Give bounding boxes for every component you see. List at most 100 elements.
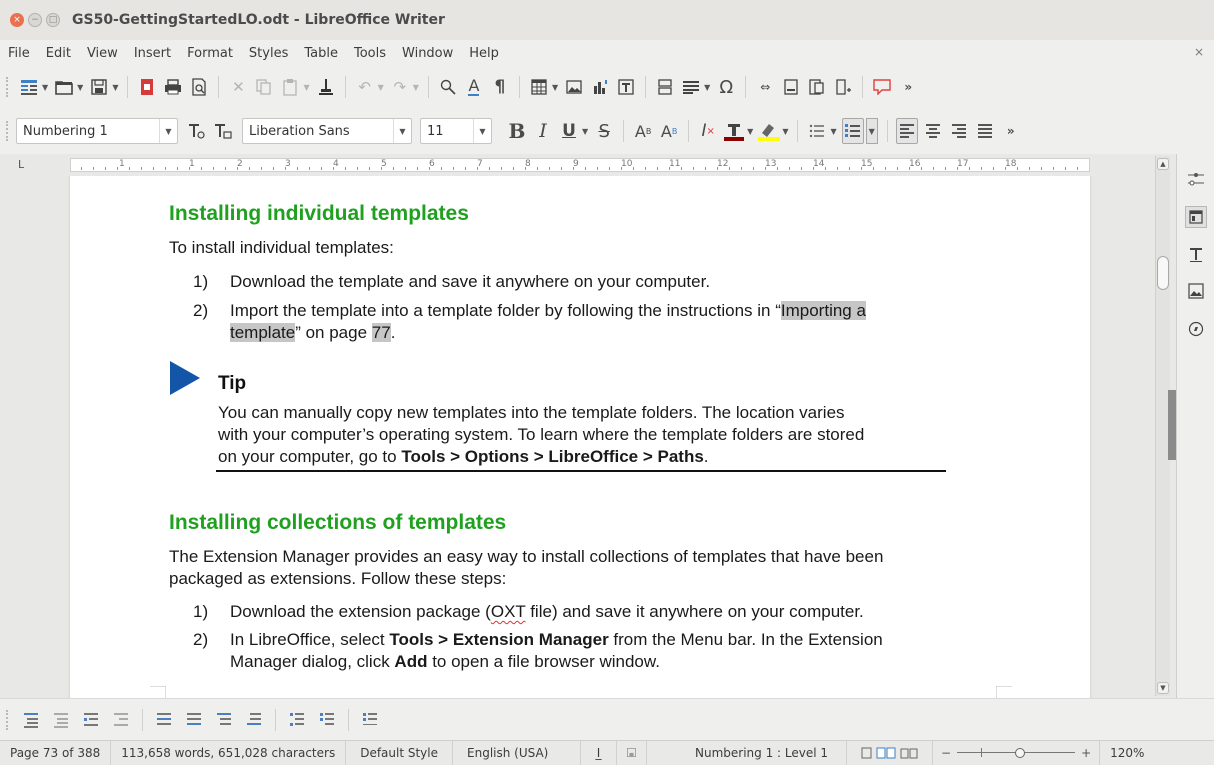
open-dropdown-icon[interactable]: ▼ xyxy=(77,83,83,92)
menu-file[interactable]: File xyxy=(0,46,38,61)
language-status[interactable]: English (USA) xyxy=(453,740,582,765)
menu-window[interactable]: Window xyxy=(394,46,461,61)
toolbar-grip[interactable] xyxy=(6,77,10,97)
word-count-status[interactable]: 113,658 words, 651,028 characters xyxy=(111,740,347,765)
insert-textbox-icon[interactable] xyxy=(615,74,637,100)
sidebar-settings-icon[interactable] xyxy=(1185,168,1207,190)
move-item-up-with-subpoints-icon[interactable] xyxy=(213,709,235,731)
new-document-icon[interactable] xyxy=(18,74,40,100)
special-character-icon[interactable]: Ω xyxy=(715,74,737,100)
single-page-view-icon[interactable] xyxy=(861,747,872,759)
open-folder-icon[interactable] xyxy=(53,74,75,100)
sidebar-collapse-handle[interactable] xyxy=(1168,390,1176,460)
insert-mode-icon[interactable]: I̲ xyxy=(581,740,618,765)
document-area[interactable]: Installing individual templates To insta… xyxy=(0,176,1172,698)
book-view-icon[interactable] xyxy=(900,747,918,759)
menu-insert[interactable]: Insert xyxy=(126,46,179,61)
insert-page-break-icon[interactable] xyxy=(654,74,676,100)
close-document-button[interactable]: × xyxy=(1194,45,1204,59)
move-item-down-icon[interactable] xyxy=(183,709,205,731)
menu-view[interactable]: View xyxy=(79,46,126,61)
paste-dropdown-icon[interactable]: ▼ xyxy=(303,83,309,92)
justify-icon[interactable] xyxy=(974,118,996,144)
zoom-out-button[interactable]: − xyxy=(941,746,951,760)
cross-reference-link[interactable]: Importing a xyxy=(780,301,866,320)
insert-image-icon[interactable] xyxy=(563,74,585,100)
bold-button[interactable]: B xyxy=(506,118,528,144)
insert-field-icon[interactable] xyxy=(680,74,702,100)
update-style-icon[interactable] xyxy=(186,118,208,144)
save-dropdown-icon[interactable]: ▼ xyxy=(112,83,118,92)
tab-stop-selector[interactable]: L xyxy=(18,158,24,171)
menu-format[interactable]: Format xyxy=(179,46,241,61)
demote-outline-level-icon[interactable] xyxy=(50,709,72,731)
demote-level-icon[interactable] xyxy=(110,709,132,731)
ordered-list-icon[interactable] xyxy=(841,118,864,144)
font-size-combo[interactable]: 11 ▼ xyxy=(420,118,492,144)
cross-reference-link[interactable]: template xyxy=(230,323,296,342)
font-color-icon[interactable] xyxy=(723,118,745,144)
export-pdf-icon[interactable] xyxy=(136,74,158,100)
promote-level-icon[interactable] xyxy=(80,709,102,731)
clear-formatting-button[interactable]: I × xyxy=(697,118,719,144)
insert-bookmark-icon[interactable] xyxy=(832,74,854,100)
strikethrough-button[interactable]: S xyxy=(593,118,615,144)
misspelled-word[interactable]: OXT xyxy=(491,602,526,621)
menu-tools[interactable]: Tools xyxy=(346,46,394,61)
spelling-icon[interactable]: A xyxy=(463,74,485,100)
print-icon[interactable] xyxy=(162,74,184,100)
scrollbar-thumb[interactable] xyxy=(1157,256,1169,290)
move-item-down-with-subpoints-icon[interactable] xyxy=(243,709,265,731)
menu-edit[interactable]: Edit xyxy=(38,46,79,61)
chevron-down-icon[interactable]: ▼ xyxy=(393,119,411,143)
highlight-dropdown-icon[interactable]: ▼ xyxy=(782,127,788,136)
properties-icon[interactable] xyxy=(1185,206,1207,228)
multi-page-view-icon[interactable] xyxy=(876,747,896,759)
zoom-slider[interactable] xyxy=(957,743,1076,763)
minimize-window-button[interactable]: − xyxy=(28,13,42,27)
underline-button[interactable]: U xyxy=(558,118,580,144)
insert-table-icon[interactable] xyxy=(528,74,550,100)
menu-help[interactable]: Help xyxy=(461,46,507,61)
subscript-button[interactable]: AB xyxy=(658,118,680,144)
print-preview-icon[interactable] xyxy=(188,74,210,100)
align-left-icon[interactable] xyxy=(895,118,918,144)
paragraph-style-combo[interactable]: Numbering 1 ▼ xyxy=(16,118,178,144)
toolbar-overflow-icon[interactable]: » xyxy=(1000,118,1022,144)
navigator-icon[interactable] xyxy=(1185,318,1207,340)
menu-table[interactable]: Table xyxy=(296,46,346,61)
horizontal-ruler[interactable]: 1 1 2 3 4 5 6 7 8 9 10 11 12 13 14 15 16 17 18 xyxy=(70,158,1090,172)
gallery-icon[interactable] xyxy=(1185,280,1207,302)
restart-numbering-icon[interactable] xyxy=(316,709,338,731)
font-color-dropdown-icon[interactable]: ▼ xyxy=(747,127,753,136)
find-replace-icon[interactable] xyxy=(437,74,459,100)
cut-icon[interactable]: ✕ xyxy=(227,74,249,100)
toolbar-overflow-icon[interactable]: » xyxy=(897,74,919,100)
bullets-and-numbering-icon[interactable] xyxy=(359,709,381,731)
zoom-in-button[interactable]: + xyxy=(1081,746,1091,760)
toolbar-grip[interactable] xyxy=(6,121,10,141)
align-right-icon[interactable] xyxy=(948,118,970,144)
scroll-down-icon[interactable]: ▼ xyxy=(1157,682,1169,694)
redo-dropdown-icon[interactable]: ▼ xyxy=(413,83,419,92)
menu-styles[interactable]: Styles xyxy=(241,46,296,61)
highlighting-color-icon[interactable] xyxy=(758,118,781,144)
chevron-down-icon[interactable]: ▼ xyxy=(473,119,491,143)
unordered-list-icon[interactable] xyxy=(806,118,828,144)
page-number-status[interactable]: Page 73 of 388 xyxy=(0,740,112,765)
font-name-combo[interactable]: Liberation Sans ▼ xyxy=(242,118,412,144)
field-dropdown-icon[interactable]: ▼ xyxy=(704,83,710,92)
scroll-up-icon[interactable]: ▲ xyxy=(1157,158,1169,170)
unordered-list-dropdown-icon[interactable]: ▼ xyxy=(830,127,836,136)
page-reference[interactable]: 77 xyxy=(371,323,391,342)
save-icon[interactable] xyxy=(88,74,110,100)
insert-footnote-icon[interactable] xyxy=(780,74,802,100)
superscript-button[interactable]: AB xyxy=(632,118,654,144)
paste-icon[interactable] xyxy=(279,74,301,100)
page-style-status[interactable]: Default Style xyxy=(346,740,454,765)
insert-comment-icon[interactable] xyxy=(871,74,893,100)
copy-icon[interactable] xyxy=(253,74,275,100)
underline-dropdown-icon[interactable]: ▼ xyxy=(582,127,588,136)
maximize-window-button[interactable]: □ xyxy=(46,13,60,27)
insert-endnote-icon[interactable] xyxy=(806,74,828,100)
